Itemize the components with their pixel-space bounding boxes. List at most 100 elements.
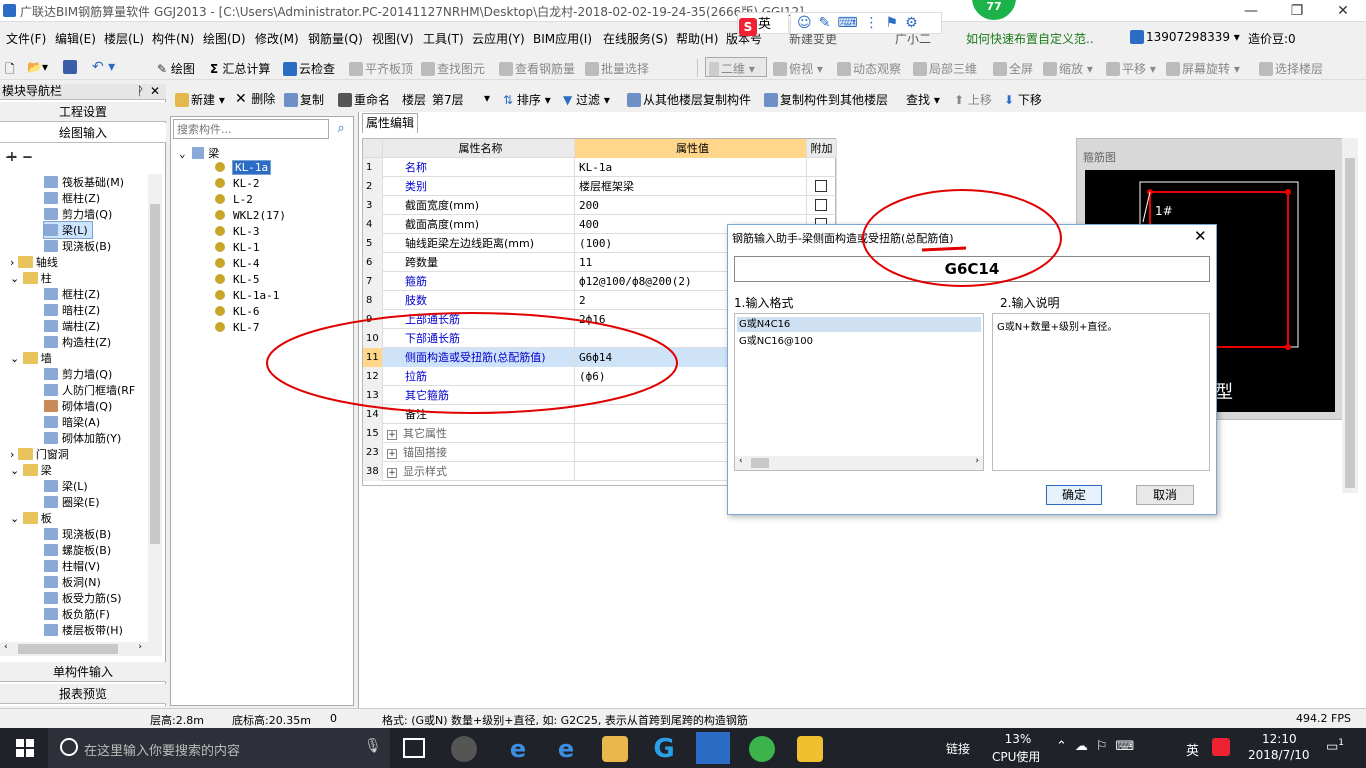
cancel-button[interactable]: 取消 — [1136, 485, 1194, 505]
tree-item[interactable]: KL-6 — [215, 305, 260, 318]
minimize-button[interactable]: — — [1228, 0, 1274, 22]
project-settings-tab[interactable]: 工程设置 — [0, 102, 166, 122]
tray-lang[interactable]: 英 — [1186, 740, 1199, 759]
nav-close-icon[interactable]: ✕ — [150, 84, 160, 98]
find-button[interactable]: 查找 ▾ — [906, 91, 940, 108]
copy-button[interactable]: 复制 — [284, 91, 324, 108]
checkbox[interactable] — [815, 180, 827, 192]
nav-item-masonry-rebar[interactable]: 砌体加筋(Y) — [44, 430, 121, 446]
menu-view[interactable]: 视图(V) — [372, 30, 414, 47]
nav-group-slab[interactable]: ⌄ 板 — [10, 510, 52, 526]
menu-draw[interactable]: 绘图(D) — [203, 30, 246, 47]
delete-button[interactable]: ✕ 删除 — [235, 90, 275, 107]
save-icon[interactable] — [63, 60, 79, 74]
nav-item-struct-col[interactable]: 构造柱(Z) — [44, 334, 111, 350]
taskbar-search[interactable]: 在这里输入你要搜索的内容 🎙 — [48, 728, 390, 768]
copy-from-floor-button[interactable]: 从其他楼层复制构件 — [627, 91, 751, 108]
expand-all-icon[interactable]: +̶ ‒ — [6, 149, 32, 165]
pan-button[interactable]: 平移 ▾ — [1106, 60, 1156, 77]
edge-icon[interactable]: e — [505, 736, 531, 762]
maximize-button[interactable]: ❐ — [1274, 0, 1320, 22]
top-view-button[interactable]: 俯视 ▾ — [773, 60, 823, 77]
checkbox[interactable] — [815, 199, 827, 211]
nav-item-slab-strip[interactable]: 楼层板带(H) — [44, 622, 123, 638]
nav-item-col-cap[interactable]: 柱帽(V) — [44, 558, 100, 574]
nav-group-column[interactable]: ⌄ 柱 — [10, 270, 52, 286]
property-extra[interactable] — [807, 196, 837, 215]
nav-item-raft[interactable]: 筏板基础(M) — [44, 174, 124, 190]
menu-modify[interactable]: 修改(M) — [255, 30, 299, 47]
move-down-button[interactable]: ⬇ 下移 — [1004, 91, 1042, 108]
pin-icon[interactable]: ᚹ — [137, 84, 144, 98]
expand-plus-icon[interactable]: + — [387, 430, 397, 440]
menu-tools[interactable]: 工具(T) — [423, 30, 464, 47]
zoom-button[interactable]: 缩放 ▾ — [1043, 60, 1093, 77]
nav-item-frame-col2[interactable]: 框柱(Z) — [44, 286, 100, 302]
nav-group-beam[interactable]: ⌄ 梁 — [10, 462, 52, 478]
property-tab[interactable]: 属性编辑 — [362, 113, 418, 133]
menu-component[interactable]: 构件(N) — [152, 30, 194, 47]
tray-link[interactable]: 链接 — [946, 740, 970, 757]
select-floor-button[interactable]: 选择楼层 — [1259, 60, 1323, 77]
nav-group-wall[interactable]: ⌄ 墙 — [10, 350, 52, 366]
property-value[interactable]: 楼层框架梁 — [575, 177, 807, 196]
find-element-button[interactable]: 查找图元 — [421, 60, 485, 77]
format-item[interactable]: G或NC16@100 — [737, 334, 981, 349]
nav-item-masonry-wall[interactable]: 砌体墙(Q) — [44, 398, 112, 414]
menu-bim[interactable]: BIM应用(I) — [533, 30, 592, 47]
nav-item-frame-col[interactable]: 框柱(Z) — [44, 190, 100, 206]
user-account[interactable]: 13907298339 ▾ — [1130, 30, 1240, 44]
nav-item-slab2[interactable]: 现浇板(B) — [44, 526, 111, 542]
nav-item-beam[interactable]: 梁(L) — [43, 221, 93, 239]
tree-item[interactable]: KL-3 — [215, 225, 260, 238]
floor-select[interactable]: 第7层 ▾ — [432, 91, 492, 108]
windows-start-icon[interactable] — [16, 739, 34, 757]
fullscreen-button[interactable]: 全屏 — [993, 60, 1033, 77]
menu-edit[interactable]: 编辑(E) — [55, 30, 96, 47]
move-up-button[interactable]: ⬆ 上移 — [954, 91, 992, 108]
nav-group-axis[interactable]: › 轴线 — [10, 254, 58, 270]
tree-root-beam[interactable]: ⌄ 梁 — [179, 145, 219, 161]
nav-item-shear-wall[interactable]: 剪力墙(Q) — [44, 206, 112, 222]
property-row[interactable]: 1 名称 KL-1a — [363, 158, 837, 177]
tree-item[interactable]: KL-4 — [215, 257, 260, 270]
nav-item-neg-rebar[interactable]: 板负筋(F) — [44, 606, 110, 622]
draw-button[interactable]: ✎ 绘图 — [157, 60, 195, 77]
browser-360-icon[interactable] — [451, 736, 477, 762]
tree-item[interactable]: L-2 — [215, 193, 253, 206]
property-value[interactable]: 200 — [575, 196, 807, 215]
property-value[interactable]: KL-1a — [575, 158, 807, 177]
nav-scrollbar[interactable] — [148, 174, 162, 642]
single-component-tab[interactable]: 单构件输入 — [0, 662, 166, 682]
active-app-icon[interactable] — [696, 732, 730, 764]
nav-item-civil-door[interactable]: 人防门框墙(RF — [44, 382, 135, 398]
report-preview-tab[interactable]: 报表预览 — [0, 684, 166, 704]
nav-item-slab[interactable]: 现浇板(B) — [44, 238, 111, 254]
menu-rebar[interactable]: 钢筋量(Q) — [308, 30, 363, 47]
ok-button[interactable]: 确定 — [1046, 485, 1102, 505]
tree-item[interactable]: WKL2(17) — [215, 209, 286, 222]
file-explorer-icon[interactable] — [602, 736, 628, 762]
menu-file[interactable]: 文件(F) — [6, 30, 46, 47]
sort-button[interactable]: ⇅ 排序 ▾ — [503, 91, 551, 108]
sum-calc-button[interactable]: Σ 汇总计算 — [210, 60, 270, 77]
menu-floor[interactable]: 楼层(L) — [104, 30, 144, 47]
nav-item-shear-wall2[interactable]: 剪力墙(Q) — [44, 366, 112, 382]
close-button[interactable]: ✕ — [1320, 0, 1366, 22]
ie-icon[interactable]: e — [553, 736, 579, 762]
undo-icon[interactable]: ↶ ▾ — [92, 59, 115, 75]
nav-item-spiral-slab[interactable]: 螺旋板(B) — [44, 542, 111, 558]
tip-link[interactable]: 如何快速布置自定义范.. — [966, 30, 1094, 47]
open-folder-icon[interactable]: 📂▾ — [27, 60, 48, 74]
flat-top-button[interactable]: 平齐板顶 — [349, 60, 413, 77]
view-rebar-button[interactable]: 查看钢筋量 — [499, 60, 575, 77]
expand-plus-icon[interactable]: + — [387, 449, 397, 459]
rename-button[interactable]: 重命名 — [338, 91, 390, 108]
menu-online[interactable]: 在线服务(S) — [603, 30, 668, 47]
cloud-check-button[interactable]: 云检查 — [283, 60, 335, 77]
search-input[interactable] — [173, 119, 329, 139]
rotate-button[interactable]: 屏幕旋转 ▾ — [1166, 60, 1240, 77]
menu-cloud[interactable]: 云应用(Y) — [472, 30, 525, 47]
tray-icons[interactable]: ⌃☁⚐⌨ — [1056, 739, 1142, 754]
local-3d-button[interactable]: 局部三维 — [913, 60, 977, 77]
